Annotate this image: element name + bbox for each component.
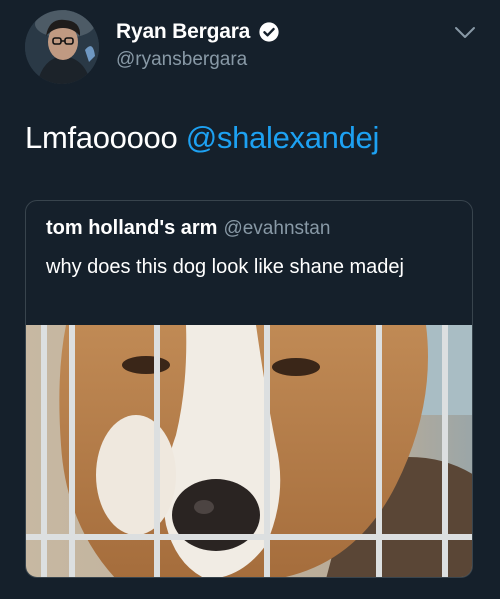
verified-badge-icon <box>259 22 279 42</box>
author-handle[interactable]: @ryansbergara <box>116 49 247 71</box>
author-name-row[interactable]: Ryan Bergara <box>116 20 280 44</box>
quoted-tweet-photo[interactable] <box>26 325 472 577</box>
tweet-text: Lmfaooooo @shalexandej <box>25 120 379 156</box>
mention-link[interactable]: @shalexandej <box>186 120 380 155</box>
quoted-tweet[interactable]: tom holland's arm @evahnstan why does thi… <box>25 200 473 578</box>
tweet-card: Ryan Bergara @ryansbergara Lmfaooooo @sh… <box>0 0 500 599</box>
chevron-down-icon[interactable] <box>454 26 476 40</box>
author-display-name[interactable]: Ryan Bergara <box>116 20 250 44</box>
tweet-text-content: Lmfaooooo <box>25 120 186 155</box>
quoted-tweet-header: tom holland's arm @evahnstan <box>46 217 330 240</box>
quoted-tweet-text: why does this dog look like shane madej <box>46 256 404 278</box>
quoted-author-handle: @evahnstan <box>223 218 331 239</box>
avatar[interactable] <box>25 10 99 84</box>
quoted-author-name: tom holland's arm <box>46 217 218 239</box>
